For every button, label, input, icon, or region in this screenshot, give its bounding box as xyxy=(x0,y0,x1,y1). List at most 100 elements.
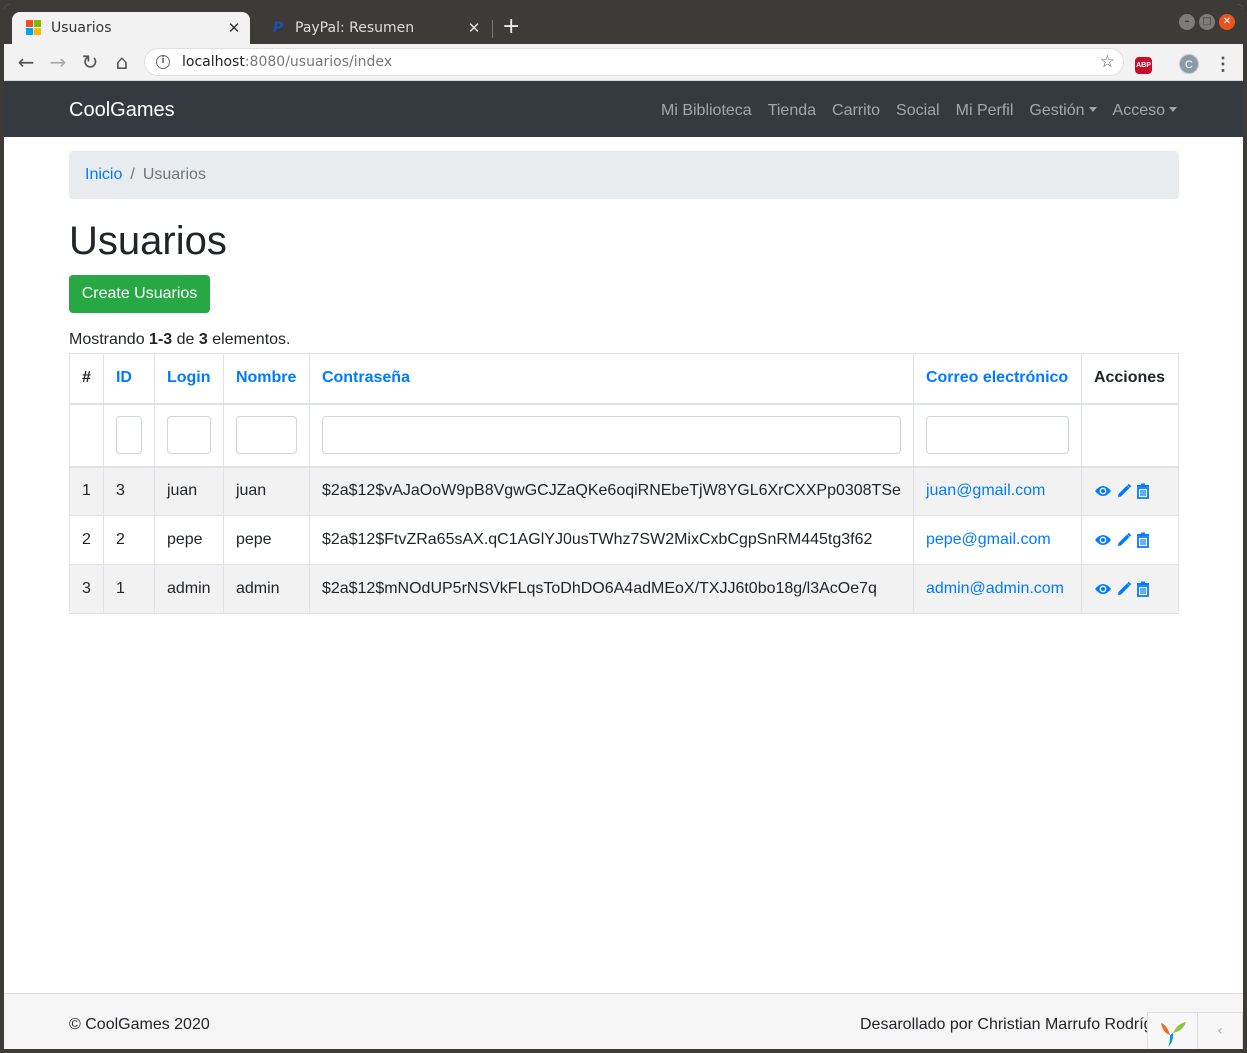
col-header-correo[interactable]: Correo electrónico xyxy=(912,353,1082,405)
summary-range: 1-3 xyxy=(149,331,173,348)
cell-login: juan xyxy=(153,466,224,516)
nav-carrito[interactable]: Carrito xyxy=(832,102,880,120)
filter-contrasena-input[interactable] xyxy=(321,416,901,454)
breadcrumb: Inicio / Usuarios xyxy=(69,151,1179,199)
nav-mi-perfil[interactable]: Mi Perfil xyxy=(956,102,1014,120)
address-bar[interactable]: i localhost :8080/usuarios/index ☆ xyxy=(144,48,1124,76)
row-actions xyxy=(1094,532,1166,548)
nav-gestion-label: Gestión xyxy=(1029,102,1085,119)
cell-email-link[interactable]: admin@admin.com xyxy=(912,564,1082,614)
profile-avatar[interactable]: C xyxy=(1179,54,1199,74)
cell-nombre: admin xyxy=(222,564,310,614)
col-header-id[interactable]: ID xyxy=(102,353,155,405)
window-controls: – □ ✕ xyxy=(1179,14,1235,30)
nav-acceso-dropdown[interactable]: Acceso xyxy=(1113,102,1177,120)
nav-tienda[interactable]: Tienda xyxy=(768,102,816,120)
close-window-icon[interactable]: ✕ xyxy=(1219,14,1235,30)
cell-id: 2 xyxy=(102,515,155,565)
chevron-left-icon[interactable]: ‹ xyxy=(1198,1013,1242,1049)
yii-debug-toolbar[interactable]: ‹ xyxy=(1147,1012,1243,1049)
nav-mi-biblioteca[interactable]: Mi Biblioteca xyxy=(661,102,752,120)
info-icon[interactable]: i xyxy=(156,55,170,69)
maximize-icon[interactable]: □ xyxy=(1199,14,1215,30)
new-tab-icon[interactable]: + xyxy=(502,14,520,39)
breadcrumb-home-link[interactable]: Inicio xyxy=(85,166,122,184)
filter-cell-empty xyxy=(1080,403,1180,468)
browser-toolbar: ← → ↻ ⌂ i localhost :8080/usuarios/index… xyxy=(4,44,1243,81)
url-host: localhost xyxy=(182,54,245,70)
brand-link[interactable]: CoolGames xyxy=(69,99,175,122)
row-actions xyxy=(1094,483,1166,500)
cell-nombre: pepe xyxy=(222,515,310,565)
filter-cell-login xyxy=(153,403,224,468)
grid-summary: Mostrando 1-3 de 3 elementos. xyxy=(69,331,290,349)
close-tab-icon[interactable]: ✕ xyxy=(226,19,242,37)
col-header-login[interactable]: Login xyxy=(153,353,224,405)
filter-cell-empty xyxy=(69,403,104,468)
web-page: CoolGames Mi Biblioteca Tienda Carrito S… xyxy=(4,81,1243,1049)
tab-paypal[interactable]: P PayPal: Resumen ✕ xyxy=(256,12,490,44)
top-navbar: CoolGames Mi Biblioteca Tienda Carrito S… xyxy=(4,81,1243,137)
col-header-acciones: Acciones xyxy=(1080,353,1180,405)
filter-cell-contrasena xyxy=(308,403,914,468)
col-header-number: # xyxy=(69,353,104,405)
breadcrumb-separator: / xyxy=(130,166,135,183)
yii-logo-icon[interactable] xyxy=(1148,1013,1198,1049)
trash-icon[interactable] xyxy=(1136,532,1150,548)
forward-arrow-icon[interactable]: → xyxy=(46,50,70,74)
col-header-contrasena[interactable]: Contraseña xyxy=(308,353,914,405)
tab-strip: Usuarios ✕ P PayPal: Resumen ✕ + – □ ✕ xyxy=(4,4,1243,44)
filter-correo-input[interactable] xyxy=(925,416,1069,454)
pencil-icon[interactable] xyxy=(1116,581,1132,597)
nav-gestion-dropdown[interactable]: Gestión xyxy=(1029,102,1096,120)
create-usuarios-button[interactable]: Create Usuarios xyxy=(69,275,210,313)
table-row: 2 2 pepe pepe $2a$12$FtvZRa65sAX.qC1AGlY… xyxy=(69,515,1180,565)
trash-icon[interactable] xyxy=(1136,581,1150,597)
cell-actions xyxy=(1080,564,1180,614)
tab-title: PayPal: Resumen xyxy=(295,20,415,36)
usuarios-table: # ID Login Nombre Contraseña Correo elec… xyxy=(69,353,1180,614)
table-row: 3 1 admin admin $2a$12$mNOdUP5rNSVkFLqsT… xyxy=(69,564,1180,614)
pencil-icon[interactable] xyxy=(1116,532,1132,548)
page-footer: © CoolGames 2020 Desarollado por Christi… xyxy=(4,993,1243,1049)
filter-nombre-input[interactable] xyxy=(235,416,297,454)
trash-icon[interactable] xyxy=(1136,483,1150,500)
cell-number: 3 xyxy=(69,564,104,614)
cell-email-link[interactable]: pepe@gmail.com xyxy=(912,515,1082,565)
filter-id-input[interactable] xyxy=(115,416,142,454)
footer-developer: Desarollado por Christian Marrufo Rodríg xyxy=(860,1016,1153,1033)
cell-nombre: juan xyxy=(222,466,310,516)
breadcrumb-current: Usuarios xyxy=(142,166,206,183)
menu-kebab-icon[interactable]: ⋮ xyxy=(1214,52,1232,76)
cell-number: 2 xyxy=(69,515,104,565)
cell-password: $2a$12$vAJaOoW9pB8VgwGCJZaQKe6oqiRNEbeTj… xyxy=(308,466,914,516)
pencil-icon[interactable] xyxy=(1116,483,1132,499)
table-header-row: # ID Login Nombre Contraseña Correo elec… xyxy=(69,353,1180,405)
reload-icon[interactable]: ↻ xyxy=(78,50,102,74)
home-icon[interactable]: ⌂ xyxy=(110,50,134,74)
cell-login: pepe xyxy=(153,515,224,565)
eye-icon[interactable] xyxy=(1094,484,1112,498)
summary-prefix: Mostrando xyxy=(69,331,150,348)
tab-title: Usuarios xyxy=(51,20,112,36)
row-actions xyxy=(1094,581,1166,597)
filter-cell-correo xyxy=(912,403,1082,468)
col-header-nombre[interactable]: Nombre xyxy=(222,353,310,405)
nav-social[interactable]: Social xyxy=(896,102,940,120)
table-filter-row xyxy=(69,403,1180,468)
footer-copyright: © CoolGames 2020 xyxy=(69,1016,210,1033)
cell-number: 1 xyxy=(69,466,104,516)
cell-id: 3 xyxy=(102,466,155,516)
back-arrow-icon[interactable]: ← xyxy=(14,50,38,74)
page-title: Usuarios xyxy=(69,219,227,263)
tab-usuarios[interactable]: Usuarios ✕ xyxy=(12,12,250,44)
minimize-icon[interactable]: – xyxy=(1179,14,1195,30)
adblock-extension-icon[interactable]: ABP xyxy=(1135,57,1152,74)
close-tab-icon[interactable]: ✕ xyxy=(466,19,482,37)
cell-email-link[interactable]: juan@gmail.com xyxy=(912,466,1082,516)
eye-icon[interactable] xyxy=(1094,582,1112,596)
filter-login-input[interactable] xyxy=(166,416,211,454)
bookmark-star-icon[interactable]: ☆ xyxy=(1100,52,1115,72)
cell-password: $2a$12$FtvZRa65sAX.qC1AGlYJ0usTWhz7SW2Mi… xyxy=(308,515,914,565)
eye-icon[interactable] xyxy=(1094,533,1112,547)
